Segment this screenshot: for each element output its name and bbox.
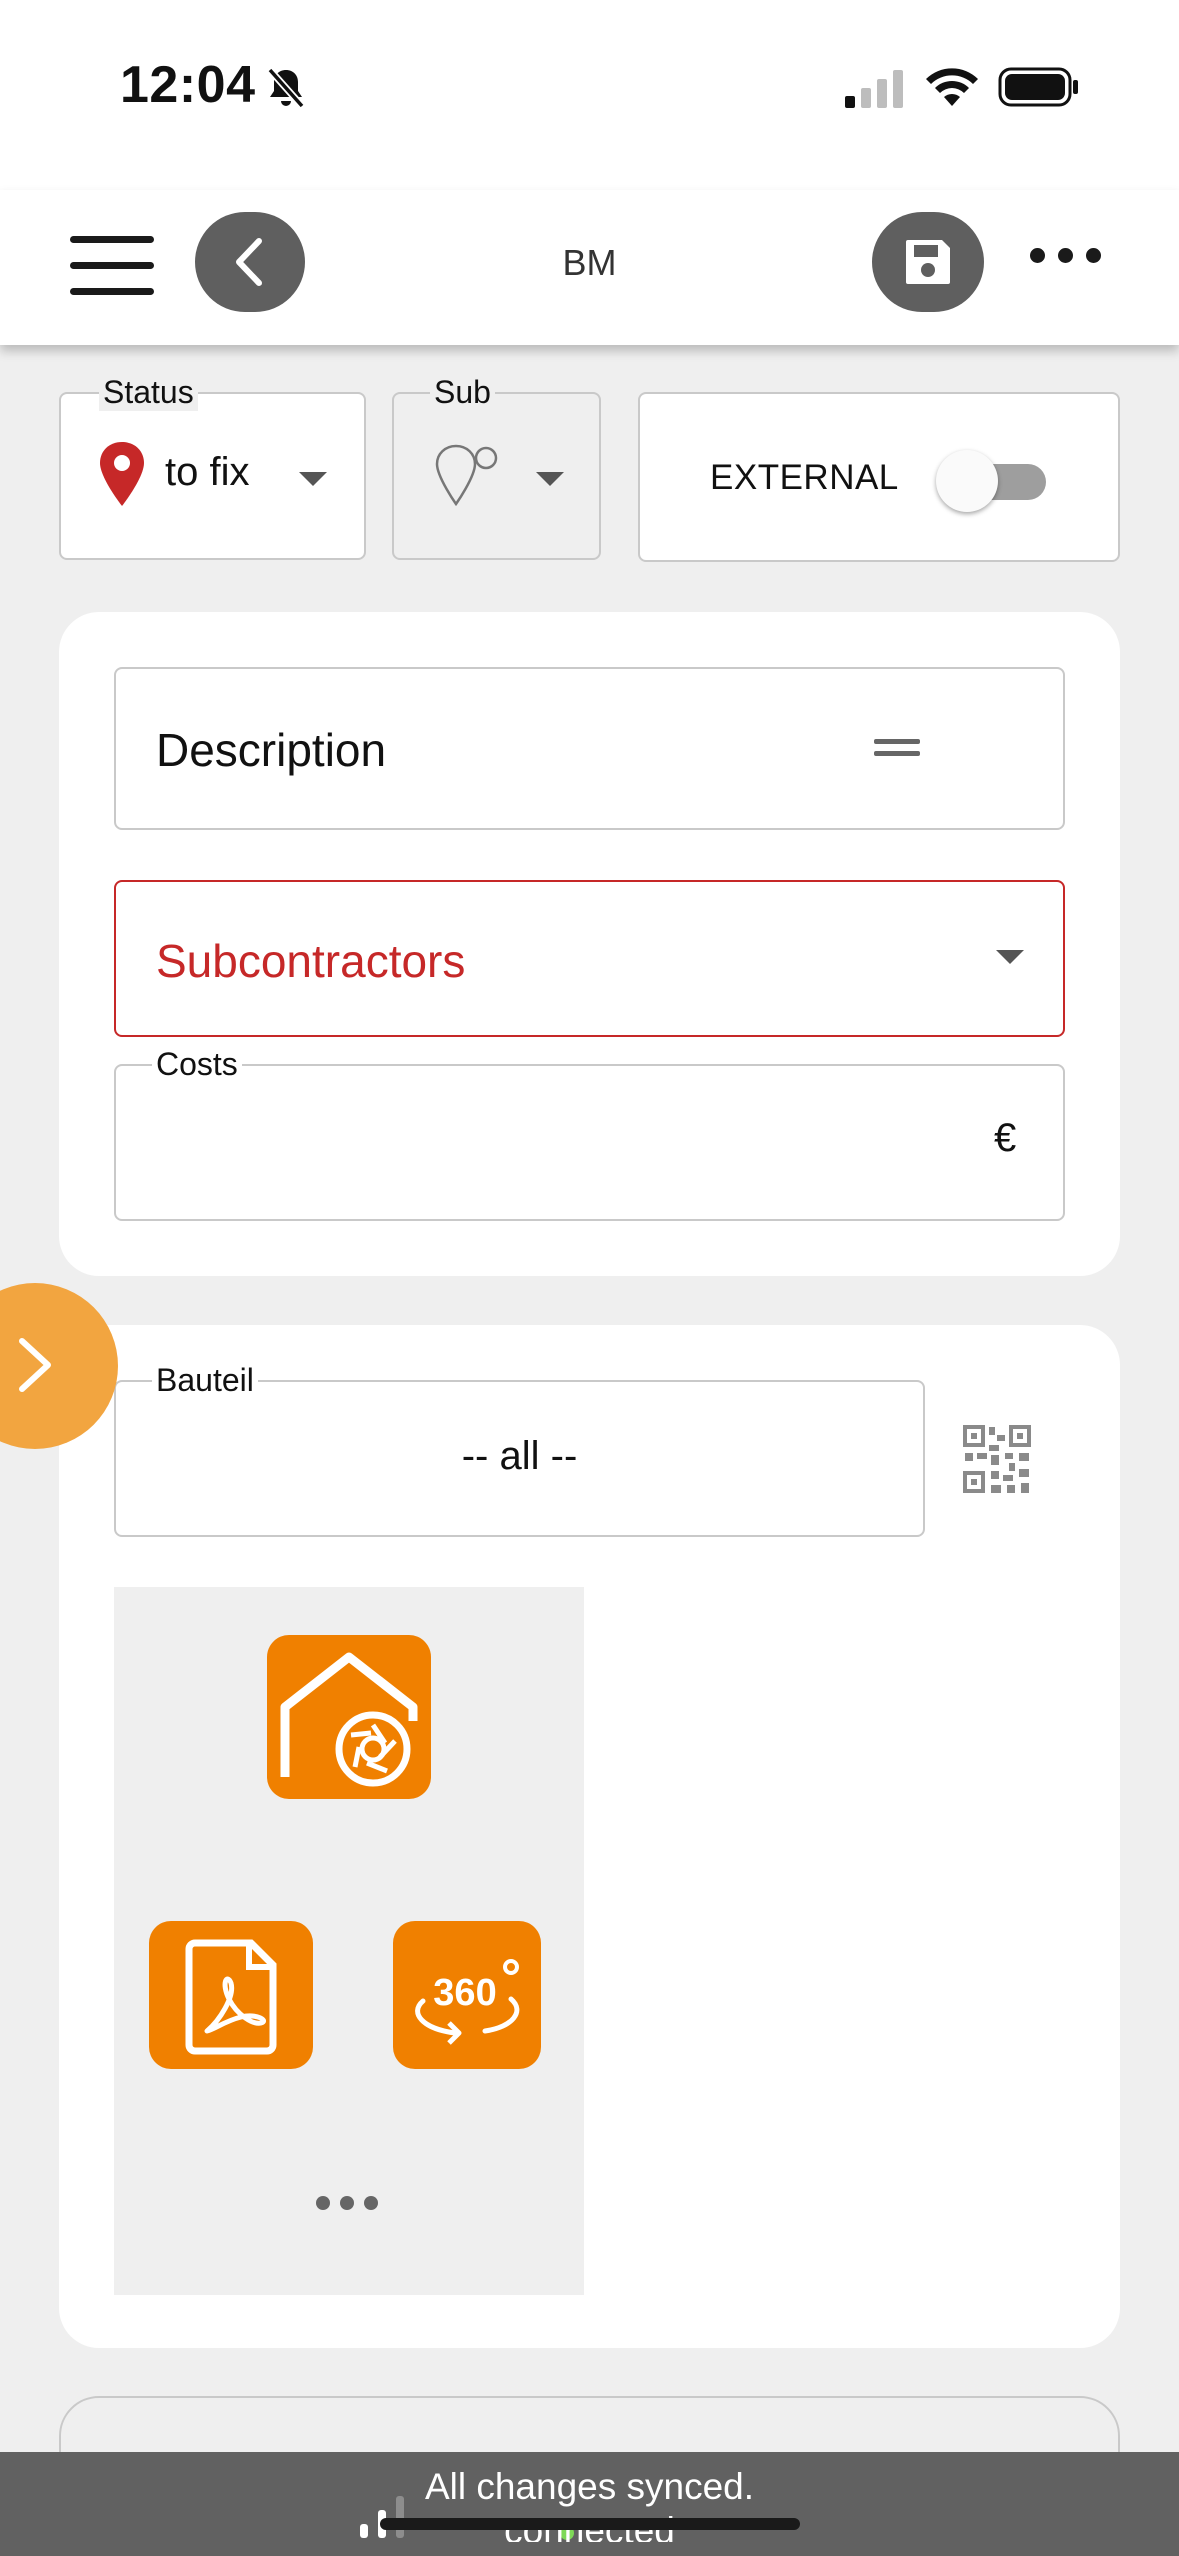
toggle-knob (936, 450, 998, 512)
dropdown-caret-icon (299, 472, 327, 486)
cellular-signal-icon (845, 70, 903, 108)
description-placeholder: Description (156, 724, 387, 776)
subcontractors-select[interactable]: Subcontractors (114, 880, 1065, 1037)
battery-icon (998, 67, 1078, 107)
media-panel: 360 (114, 1587, 584, 2295)
sync-message: All changes synced. (424, 2466, 755, 2507)
dropdown-caret-icon (996, 950, 1024, 964)
home-indicator (380, 2518, 800, 2530)
media-card: Bauteil -- all -- 360 (59, 1325, 1120, 2348)
sync-status-bar: All changes synced. connected (0, 2452, 1179, 2556)
pdf-button[interactable] (149, 1921, 313, 2069)
component-label: Bauteil (152, 1362, 258, 1399)
clock: 12:04 (120, 56, 256, 114)
sub-label: Sub (430, 374, 495, 411)
sub-status-select[interactable]: Sub (392, 374, 601, 560)
external-field: EXTERNAL (638, 392, 1120, 562)
costs-label: Costs (152, 1046, 242, 1083)
status-select[interactable]: Status to fix (59, 374, 366, 560)
sub-pin-outline-icon (435, 444, 498, 507)
status-label: Status (99, 374, 198, 411)
qr-code-icon[interactable] (961, 1423, 1033, 1495)
more-media-icon[interactable] (316, 2193, 380, 2213)
save-button[interactable] (872, 212, 984, 312)
external-toggle[interactable] (936, 450, 1052, 512)
pdf-icon (185, 1939, 277, 2055)
costs-input[interactable]: Costs € (114, 1046, 1065, 1221)
camera-house-button[interactable] (267, 1635, 431, 1799)
currency-symbol: € (994, 1116, 1017, 1160)
camera-house-icon (280, 1652, 418, 1787)
external-label: EXTERNAL (710, 458, 899, 497)
status-value: to fix (165, 450, 250, 494)
component-select[interactable]: Bauteil -- all -- (114, 1362, 925, 1537)
details-card: Description Subcontractors Costs € (59, 612, 1120, 1276)
app-header: BM (0, 190, 1179, 345)
360-icon: 360 (415, 1959, 520, 2045)
page-title: BM (562, 242, 617, 283)
component-value: -- all -- (461, 1434, 578, 1478)
status-bar: 12:04 (0, 0, 1179, 190)
more-options-icon[interactable] (1030, 242, 1102, 272)
360-view-button[interactable]: 360 (393, 1921, 541, 2069)
chevron-right-icon (19, 1338, 51, 1392)
floppy-disk-icon (906, 240, 950, 284)
map-pin-icon (100, 442, 144, 506)
wifi-icon (926, 68, 978, 106)
description-input[interactable]: Description (114, 667, 1065, 830)
subcontractors-placeholder: Subcontractors (156, 935, 466, 987)
bell-muted-icon (267, 67, 305, 109)
dropdown-caret-icon (536, 472, 564, 486)
resize-handle-icon[interactable] (874, 739, 920, 759)
svg-text:360: 360 (433, 1972, 496, 2014)
